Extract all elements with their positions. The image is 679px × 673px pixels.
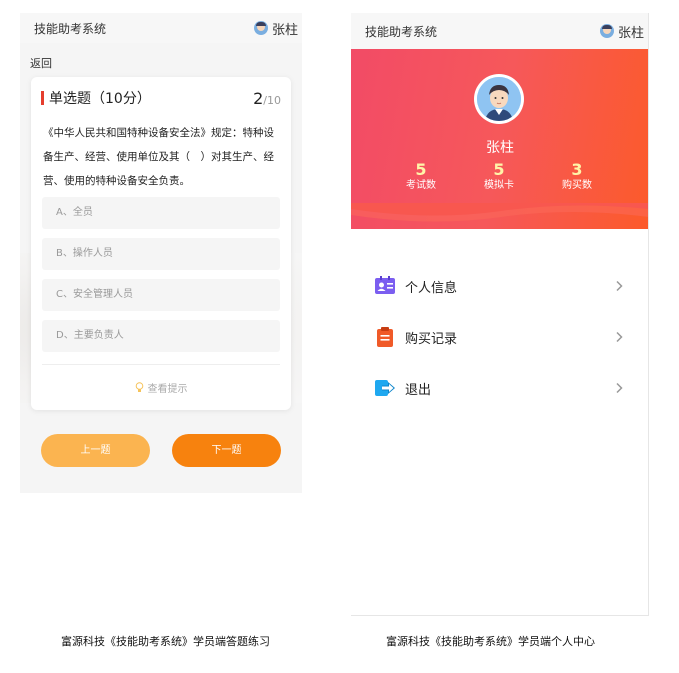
option-b[interactable]: B、操作人员 (42, 238, 280, 270)
profile-name: 张柱 (486, 140, 514, 156)
menu-label: 退出 (405, 382, 432, 398)
app-title: 技能助考系统 (365, 24, 438, 39)
app-header: 技能助考系统 张柱 (351, 13, 648, 49)
avatar-icon (477, 77, 521, 121)
question-type: 单选题 （10分） (41, 88, 151, 108)
question-score: （10分） (91, 91, 151, 107)
chevron-right-icon (616, 382, 623, 394)
clipboard-icon (377, 327, 393, 347)
stat-value: 5 (415, 160, 427, 179)
question-total: /10 (263, 93, 281, 107)
accent-bar (41, 91, 44, 105)
profile-banner: 张柱 5 考试数 5 模拟卡 3 购买数 (351, 49, 648, 229)
practice-screen: 技能助考系统 张柱 返回 单选题 （10分） 2/10 《中华人民共和国特种设备… (20, 13, 302, 493)
stat-mock-cards[interactable]: 5 模拟卡 (459, 161, 539, 193)
menu-label: 购买记录 (405, 331, 458, 347)
chevron-right-icon (616, 331, 623, 343)
question-current: 2 (253, 88, 264, 108)
chevron-right-icon (616, 280, 623, 292)
profile-screen: 技能助考系统 张柱 张柱 5 考试数 5 模拟卡 3 购买数 个人信息 购买记录… (351, 13, 649, 616)
caption-left: 富源科技《技能助考系统》学员端答题练习 (61, 635, 270, 648)
menu-item-purchase-records[interactable]: 购买记录 (374, 322, 624, 352)
stat-value: 5 (493, 160, 505, 179)
user-menu[interactable]: 张柱 (599, 22, 644, 41)
wave-decoration (351, 203, 648, 222)
option-c[interactable]: C、安全管理人员 (42, 279, 280, 311)
next-question-button[interactable]: 下一题 (172, 434, 281, 467)
question-text: 《中华人民共和国特种设备安全法》规定：特种设备生产、经营、使用单位及其（ ）对其… (43, 127, 274, 187)
user-name: 张柱 (617, 25, 644, 41)
stat-exams[interactable]: 5 考试数 (381, 161, 461, 193)
lightbulb-icon (135, 382, 143, 392)
stat-purchases[interactable]: 3 购买数 (537, 161, 617, 193)
app-title: 技能助考系统 (34, 21, 107, 36)
stat-label: 模拟卡 (484, 180, 514, 191)
question-type-label: 单选题 (49, 91, 91, 107)
divider (42, 364, 280, 365)
caption-right: 富源科技《技能助考系统》学员端个人中心 (386, 635, 595, 648)
question-header: 单选题 （10分） 2/10 (41, 87, 281, 109)
menu-item-personal-info[interactable]: 个人信息 (374, 271, 624, 301)
stat-label: 考试数 (406, 180, 436, 191)
option-d[interactable]: D、主要负责人 (42, 320, 280, 352)
menu-label: 个人信息 (405, 280, 458, 296)
question-progress: 2/10 (253, 89, 281, 108)
question-card: 单选题 （10分） 2/10 《中华人民共和国特种设备安全法》规定：特种设备生产… (31, 77, 291, 410)
option-a[interactable]: A、全员 (42, 197, 280, 229)
app-header: 技能助考系统 张柱 (20, 13, 302, 43)
stat-value: 3 (571, 160, 583, 179)
avatar-icon (253, 21, 268, 35)
avatar-icon (599, 24, 614, 38)
id-card-icon (375, 276, 395, 294)
hint-label: 查看提示 (147, 384, 188, 395)
user-menu[interactable]: 张柱 (253, 19, 298, 38)
hint-button[interactable]: 查看提示 (31, 380, 291, 395)
stat-label: 购买数 (562, 180, 592, 191)
user-name: 张柱 (271, 22, 298, 38)
avatar[interactable] (474, 74, 524, 124)
logout-icon (375, 380, 395, 396)
menu-item-logout[interactable]: 退出 (374, 373, 624, 403)
prev-question-button[interactable]: 上一题 (41, 434, 150, 467)
back-link[interactable]: 返回 (30, 55, 52, 71)
